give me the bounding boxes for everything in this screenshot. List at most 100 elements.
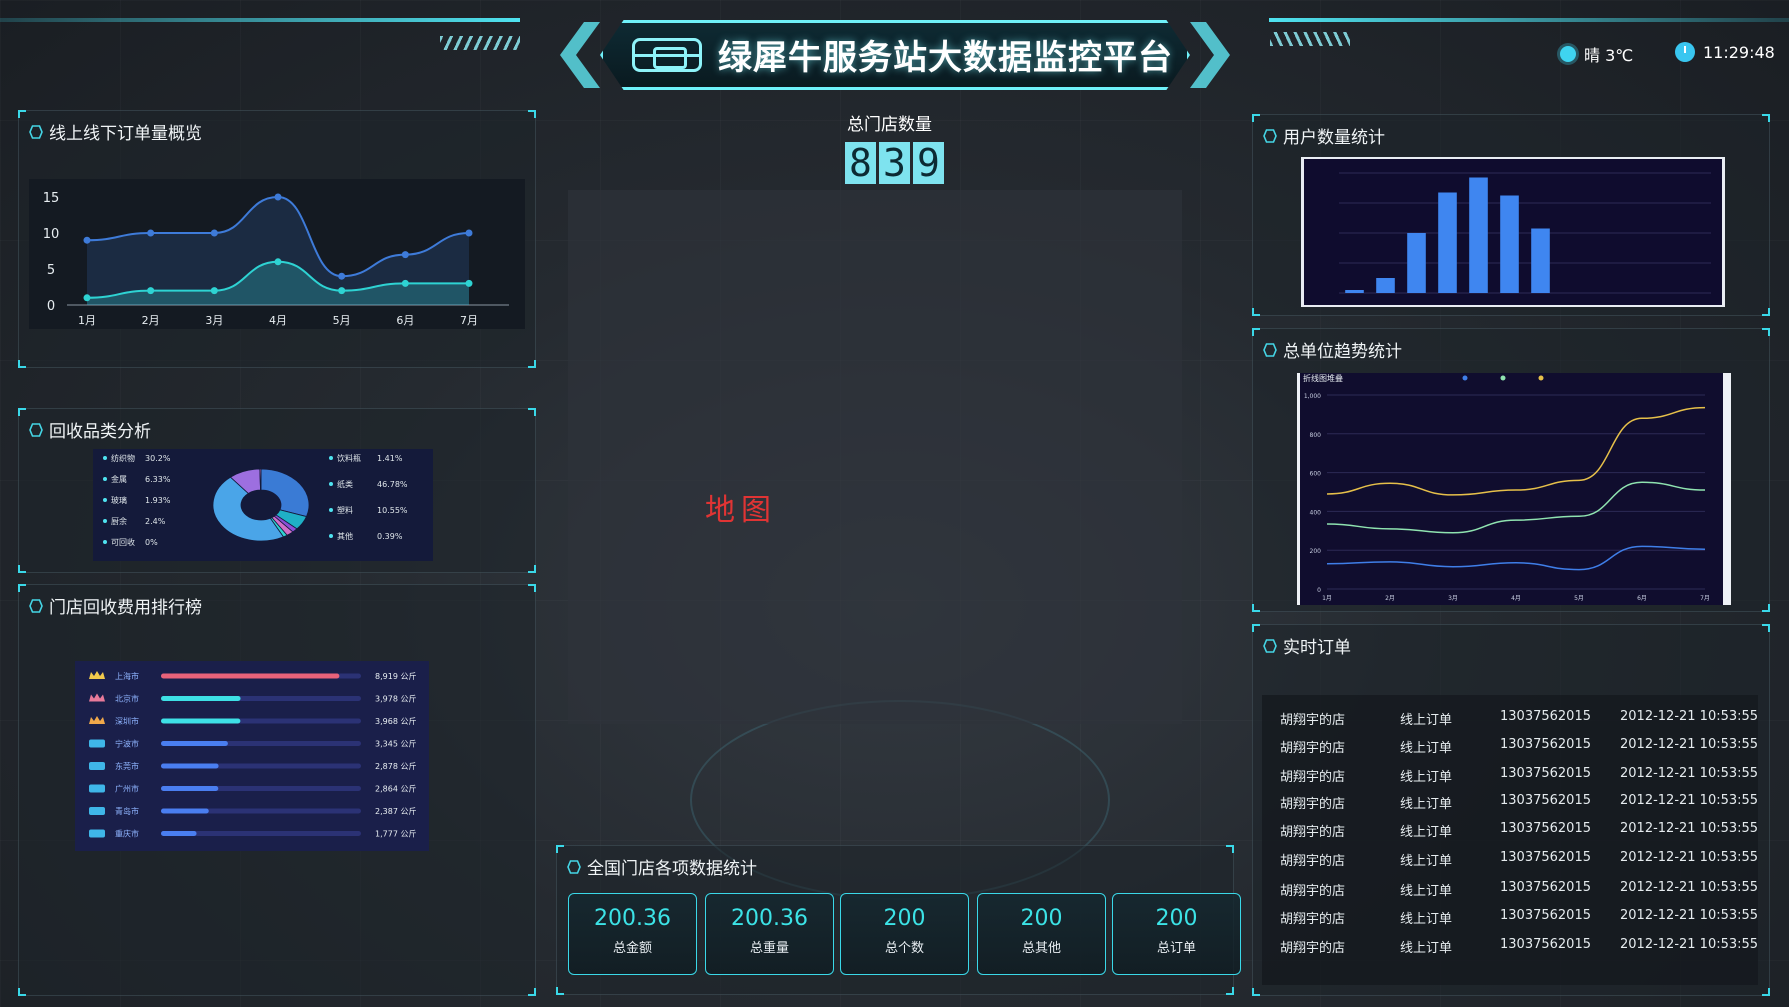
table-row[interactable]: 胡翔宇的店 线上订单 13037562015 2012-12-21 10:53:55 — [1262, 850, 1758, 876]
sun-icon — [1560, 46, 1576, 62]
hexagon-icon — [1263, 342, 1277, 357]
table-row[interactable]: 胡翔宇的店 线上订单 13037562015 2012-12-21 10:53:55 — [1262, 937, 1758, 963]
panel-title-text: 门店回收费用排行榜 — [49, 598, 202, 618]
panel-user-stats: 用户数量统计 — [1252, 114, 1770, 316]
logo-icon — [632, 38, 702, 72]
ranking-bar-chart: 上海市 8,919 公斤北京市 3,978 公斤深圳市 3,968 公斤宁波市 3,34… — [75, 661, 429, 851]
store-count-digits: 8 3 9 — [845, 142, 944, 184]
table-row[interactable]: 胡翔宇的店 线上订单 13037562015 2012-12-21 10:53:55 — [1262, 737, 1758, 763]
x-tick-label: 6月 — [1637, 595, 1647, 602]
y-tick-label: 10 — [43, 227, 60, 242]
x-tick-label: 3月 — [1448, 595, 1458, 602]
weather-text: 晴 3℃ — [1584, 46, 1634, 65]
hexagon-icon — [29, 124, 43, 139]
legend-label: 饮料瓶 — [337, 453, 361, 463]
city-label: 北京市 — [115, 694, 139, 704]
stat-label: 总重量 — [749, 941, 789, 956]
order-type-cell: 线上订单 — [1400, 825, 1453, 840]
order-store-cell: 胡翔宇的店 — [1280, 797, 1346, 812]
x-tick-label: 2月 — [142, 314, 160, 327]
order-type-cell: 线上订单 — [1400, 713, 1453, 728]
data-point — [83, 236, 91, 244]
stat-card-total-orders[interactable]: 200 总订单 — [1112, 893, 1241, 975]
stat-card-total-weight[interactable]: 200.36 总重量 — [705, 893, 834, 975]
x-tick-label: 7月 — [460, 314, 478, 327]
city-label: 宁波市 — [115, 739, 139, 749]
data-point — [274, 258, 282, 266]
stat-label: 总个数 — [884, 941, 924, 956]
panel-title-text: 线上线下订单量概览 — [49, 124, 202, 144]
y-tick-label: 0 — [47, 299, 55, 314]
bar-fill — [161, 808, 209, 814]
map-area[interactable] — [568, 190, 1182, 724]
hexagon-icon — [1263, 638, 1277, 653]
legend-dot — [329, 456, 333, 460]
order-type-cell: 线上订单 — [1400, 912, 1453, 927]
stat-card-total-other[interactable]: 200 总其他 — [977, 893, 1106, 975]
value-label: 3,345 公斤 — [375, 739, 416, 749]
x-tick-label: 7月 — [1700, 595, 1710, 602]
chart-background — [75, 661, 429, 851]
data-point — [465, 229, 473, 237]
x-tick-label: 1月 — [78, 314, 96, 327]
y-tick-label: 200 — [1310, 548, 1322, 555]
stat-label: 总订单 — [1156, 941, 1196, 956]
panel-title-ranking: 门店回收费用排行榜 — [29, 593, 202, 618]
data-point — [210, 287, 218, 295]
panel-recycle-category: 回收品类分析 纺织物 30.2% 金属 6.33% 玻璃 1.93% 厨余 2.4% 可回收 0%… — [18, 408, 536, 573]
clock: 11:29:48 — [1675, 42, 1775, 62]
stat-card-total-amount[interactable]: 200.36 总金额 — [568, 893, 697, 975]
table-row[interactable]: 胡翔宇的店 线上订单 13037562015 2012-12-21 10:53:55 — [1262, 709, 1758, 735]
stat-card-total-count[interactable]: 200 总个数 — [840, 893, 969, 975]
order-phone-cell: 13037562015 — [1500, 821, 1591, 836]
order-type-cell: 线上订单 — [1400, 884, 1453, 899]
table-row[interactable]: 胡翔宇的店 线上订单 13037562015 2012-12-21 10:53:55 — [1262, 793, 1758, 819]
order-store-cell: 胡翔宇的店 — [1280, 854, 1346, 869]
panel-title-text: 总单位趋势统计 — [1283, 342, 1402, 362]
bar-fill — [161, 696, 241, 701]
order-type-cell: 线上订单 — [1400, 741, 1453, 756]
panel-title-users: 用户数量统计 — [1263, 123, 1385, 148]
order-phone-cell: 13037562015 — [1500, 850, 1591, 865]
value-label: 2,387 公斤 — [375, 806, 416, 816]
panel-store-ranking: 门店回收费用排行榜 上海市 8,919 公斤 北京市 3,978 公斤 深圳市 3,968… — [18, 584, 536, 996]
order-type-cell: 线上订单 — [1400, 941, 1453, 956]
store-count-label: 总门店数量 — [847, 115, 932, 135]
data-point — [274, 193, 282, 201]
rank-badge-icon — [89, 829, 105, 838]
table-row[interactable]: 胡翔宇的店 线上订单 13037562015 2012-12-21 10:53:55 — [1262, 908, 1758, 934]
hexagon-icon — [29, 598, 43, 613]
panel-unit-trend: 总单位趋势统计 折线图堆叠 0 200 400 600 800 1,000 1月 2月 3月 4月 5… — [1252, 328, 1770, 612]
panel-title-recycle: 回收品类分析 — [29, 417, 151, 442]
stat-value: 200.36 — [731, 906, 808, 931]
data-point — [401, 251, 409, 259]
value-label: 2,864 公斤 — [375, 784, 416, 794]
bar — [1376, 278, 1395, 293]
order-time-cell: 2012-12-21 10:53:55 — [1620, 821, 1759, 836]
stat-value: 200 — [883, 906, 926, 931]
x-tick-label: 1月 — [1322, 595, 1332, 602]
y-tick-label: 600 — [1310, 471, 1322, 478]
order-table: 胡翔宇的店 线上订单 13037562015 2012-12-21 10:53:55 胡… — [1262, 695, 1758, 985]
panel-title-text: 全国门店各项数据统计 — [587, 859, 757, 879]
legend-dot — [1538, 375, 1544, 381]
value-label: 8,919 公斤 — [375, 671, 416, 681]
city-label: 上海市 — [115, 671, 139, 681]
table-row[interactable]: 胡翔宇的店 线上订单 13037562015 2012-12-21 10:53:55 — [1262, 766, 1758, 792]
header: 绿犀牛服务站大数据监控平台 晴 3℃ 11:29:48 — [0, 0, 1789, 95]
city-label: 青岛市 — [115, 806, 139, 816]
order-phone-cell: 13037562015 — [1500, 737, 1591, 752]
y-tick-label: 400 — [1310, 509, 1322, 516]
table-row[interactable]: 胡翔宇的店 线上订单 13037562015 2012-12-21 10:53:55 — [1262, 880, 1758, 906]
city-label: 东莞市 — [115, 761, 139, 771]
x-tick-label: 2月 — [1385, 595, 1395, 602]
data-point — [210, 229, 218, 237]
x-tick-label: 6月 — [396, 314, 414, 327]
legend-value: 0% — [145, 538, 158, 547]
x-tick-label: 4月 — [269, 314, 287, 327]
bar — [1345, 290, 1364, 293]
order-phone-cell: 13037562015 — [1500, 880, 1591, 895]
data-point — [338, 287, 346, 295]
table-row[interactable]: 胡翔宇的店 线上订单 13037562015 2012-12-21 10:53:55 — [1262, 821, 1758, 847]
hexagon-icon — [567, 859, 581, 874]
